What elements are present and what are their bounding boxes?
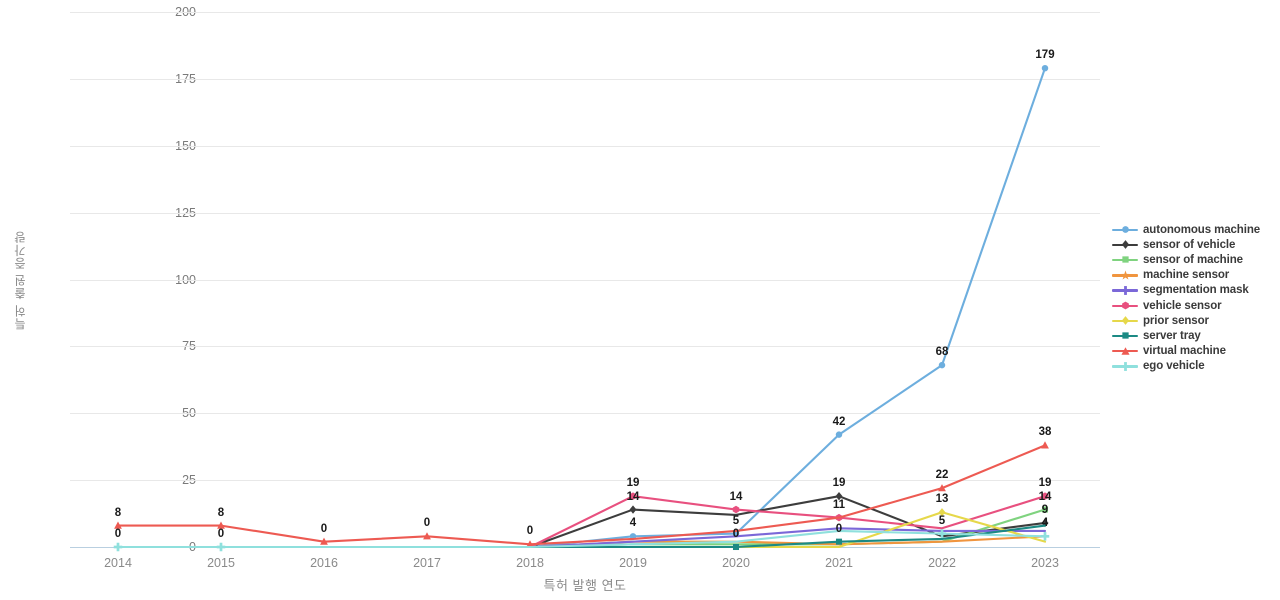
chart-legend: autonomous machine sensor of vehicle senso… bbox=[1112, 222, 1280, 374]
data-label: 38 bbox=[1038, 426, 1052, 439]
data-point-marker bbox=[938, 361, 946, 369]
data-point-marker bbox=[1120, 361, 1130, 371]
data-point-marker bbox=[216, 542, 226, 552]
data-label: 0 bbox=[835, 522, 843, 535]
legend-item-sensor-of-vehicle[interactable]: sensor of vehicle bbox=[1112, 237, 1280, 252]
data-point-marker bbox=[1121, 301, 1129, 310]
data-point-marker bbox=[1121, 256, 1129, 264]
data-label: 13 bbox=[935, 493, 949, 506]
data-label: 8 bbox=[217, 506, 225, 519]
data-point-marker bbox=[835, 538, 843, 545]
data-label: 5 bbox=[938, 514, 946, 527]
legend-item-server-tray[interactable]: server tray bbox=[1112, 328, 1280, 343]
legend-marker-icon bbox=[1112, 223, 1138, 237]
legend-marker-icon bbox=[1112, 329, 1138, 343]
data-point-marker bbox=[113, 542, 123, 552]
legend-marker-icon bbox=[1112, 253, 1138, 267]
data-label: 0 bbox=[320, 522, 328, 535]
data-label: 8 bbox=[114, 506, 122, 519]
series-lines bbox=[113, 64, 1050, 552]
legend-marker-icon bbox=[1112, 283, 1138, 297]
data-point-marker bbox=[835, 431, 843, 438]
legend-marker-icon bbox=[1112, 314, 1138, 328]
legend-item-prior-sensor[interactable]: prior sensor bbox=[1112, 313, 1280, 328]
data-point-marker bbox=[1040, 532, 1050, 541]
legend-item-vehicle-sensor[interactable]: vehicle sensor bbox=[1112, 298, 1280, 313]
data-point-marker bbox=[732, 543, 740, 551]
data-label: 14 bbox=[626, 490, 640, 503]
legend-item-label: ego vehicle bbox=[1143, 360, 1205, 373]
legend-item-label: autonomous machine bbox=[1143, 223, 1261, 236]
legend-marker-icon bbox=[1112, 299, 1138, 313]
data-label: 14 bbox=[1038, 490, 1052, 503]
data-label: 4 bbox=[1041, 517, 1049, 530]
legend-item-segmentation-mask[interactable]: segmentation mask bbox=[1112, 283, 1280, 298]
data-label: 0 bbox=[732, 528, 740, 540]
data-label: 19 bbox=[626, 477, 640, 490]
data-label: 0 bbox=[217, 528, 225, 540]
data-label: 19 bbox=[832, 477, 846, 490]
data-point-marker bbox=[1120, 285, 1130, 295]
data-label: 0 bbox=[114, 528, 122, 540]
legend-item-sensor-of-machine[interactable]: sensor of machine bbox=[1112, 252, 1280, 267]
data-point-marker bbox=[1041, 441, 1049, 449]
legend-item-label: segmentation mask bbox=[1143, 284, 1249, 297]
data-label: 5 bbox=[732, 514, 740, 527]
legend-item-label: machine sensor bbox=[1143, 269, 1230, 282]
legend-marker-icon bbox=[1112, 238, 1138, 252]
data-point-marker bbox=[1121, 316, 1129, 326]
data-label: 0 bbox=[423, 517, 431, 530]
data-point-marker bbox=[1041, 64, 1049, 72]
legend-item-label: server tray bbox=[1143, 329, 1201, 342]
legend-marker-icon bbox=[1112, 344, 1138, 358]
legend-item-autonomous-machine[interactable]: autonomous machine bbox=[1112, 222, 1280, 237]
legend-item-ego-vehicle[interactable]: ego vehicle bbox=[1112, 359, 1280, 374]
data-label: 14 bbox=[729, 490, 743, 503]
data-label: 179 bbox=[1035, 49, 1055, 62]
data-label: 22 bbox=[935, 469, 949, 482]
data-label: 11 bbox=[832, 498, 846, 511]
data-point-marker bbox=[732, 505, 740, 514]
data-label: 4 bbox=[629, 517, 637, 530]
series-line bbox=[116, 67, 1047, 549]
data-label: 0 bbox=[526, 525, 534, 538]
data-point-marker bbox=[1121, 332, 1129, 340]
data-label: 42 bbox=[832, 415, 846, 428]
data-label: 19 bbox=[1038, 477, 1052, 490]
data-label: 9 bbox=[1041, 503, 1049, 516]
legend-marker-icon bbox=[1112, 268, 1138, 282]
data-point-marker bbox=[1120, 270, 1130, 280]
legend-item-label: vehicle sensor bbox=[1143, 299, 1222, 312]
legend-marker-icon bbox=[1112, 359, 1138, 373]
data-point-marker bbox=[1120, 346, 1130, 355]
data-point-marker bbox=[1121, 240, 1129, 250]
data-point-marker bbox=[629, 505, 637, 514]
legend-item-label: prior sensor bbox=[1143, 314, 1209, 327]
legend-item-virtual-machine[interactable]: virtual machine bbox=[1112, 344, 1280, 359]
chart-root: 특허 출원 증가량 특허 발행 연도 025507510012515017520… bbox=[0, 0, 1280, 600]
legend-item-machine-sensor[interactable]: machine sensor bbox=[1112, 268, 1280, 283]
data-point-marker bbox=[1121, 226, 1129, 233]
legend-item-label: virtual machine bbox=[1143, 345, 1226, 358]
legend-item-label: sensor of machine bbox=[1143, 253, 1243, 266]
legend-item-label: sensor of vehicle bbox=[1143, 238, 1236, 251]
data-label: 68 bbox=[935, 346, 949, 359]
